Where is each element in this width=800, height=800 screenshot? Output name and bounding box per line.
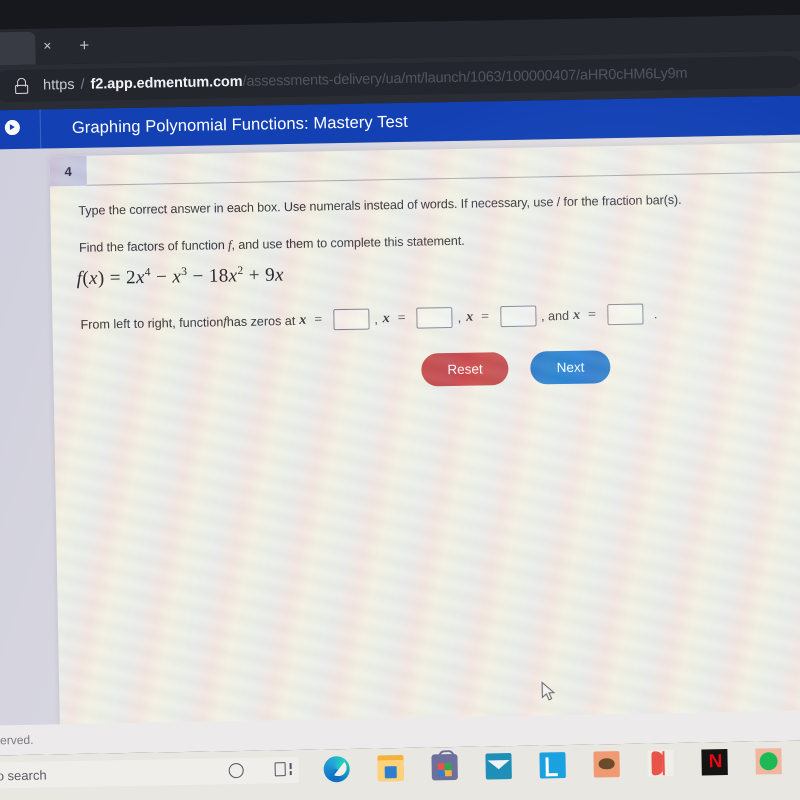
mouse-cursor [541,681,556,702]
header-divider [39,109,42,149]
next-button[interactable]: Next [530,350,611,385]
formula-op2: − [192,265,204,288]
page-title: Graphing Polynomial Functions: Mastery T… [71,112,408,137]
tilted-screen-content: ...nction: × + https / f2.app.edmentum.c… [0,0,800,800]
new-tab-icon[interactable]: + [75,36,93,55]
answer-comma-2: , [457,310,462,325]
answer-var-4: x [572,307,581,323]
question-number-badge: 4 [49,155,87,187]
lock-icon [14,77,29,94]
header-next-button[interactable]: ext [0,119,21,136]
formula-term1-exp: 4 [144,266,152,279]
prompt-text-before: Find the factors of function [78,238,229,255]
formula-term3-var: x [228,265,238,287]
office-icon[interactable] [647,750,674,777]
formula-paren-close: ) [97,267,105,289]
browser-tab[interactable]: ...nction: [0,31,36,67]
zero-input-1[interactable] [333,308,370,331]
mail-icon[interactable] [485,753,512,780]
answer-and-text: , and [540,308,570,323]
answer-equals-4: = [587,306,597,323]
prompt-text-after: , and use them to complete this statemen… [231,233,465,253]
answer-equals-1: = [314,311,323,328]
formula-op3: + [248,264,261,287]
url-separator: / [80,76,85,93]
screen-photo: ...nction: × + https / f2.app.edmentum.c… [0,0,800,800]
edge-icon[interactable] [323,755,350,783]
answer-period: . [653,306,658,321]
page-background: 4 Type the correct answer in each box. U… [0,134,800,750]
url-scheme: https [42,76,75,94]
question-divider [86,171,800,186]
close-icon[interactable]: × [39,37,55,54]
zero-input-3[interactable] [499,305,537,328]
netflix-icon[interactable] [701,749,728,776]
function-formula: f(x) = 2x4 − x3 − 18x2 + 9x [76,264,284,290]
url-path: /assessments-delivery/ua/mt/launch/1063/… [242,65,688,90]
answer-equals-2: = [397,310,406,326]
microsoft-store-icon[interactable] [431,754,458,781]
answer-var-1: x [299,312,307,328]
question-instruction: Type the correct answer in each box. Use… [78,192,682,218]
zero-input-2[interactable] [416,307,453,329]
arrow-right-icon [4,119,21,136]
question-prompt: Find the factors of function f, and use … [79,228,789,256]
taskbar-icon-group [323,747,800,783]
answer-var-2: x [382,310,390,326]
blue-app-icon[interactable] [539,752,566,779]
answer-equals-3: = [480,308,490,324]
answer-comma-1: , [374,311,378,326]
formula-term2-exp: 3 [181,265,188,278]
formula-equals: = [109,267,122,289]
taskbar-search-text: o search [0,767,47,783]
answer-statement: From left to right, function f has zeros… [80,303,658,335]
formula-term3-exp: 2 [237,264,244,277]
browser-tab-title: ...nction: [0,40,29,54]
answer-lead-rest: has zeros at [226,313,296,329]
answer-var-3: x [465,309,474,325]
copyright-text: ...hts reserved. [0,732,34,748]
formula-term2-var: x [172,266,182,288]
file-explorer-icon[interactable] [377,754,404,782]
address-bar[interactable]: https / f2.app.edmentum.com /assessments… [0,55,800,103]
formula-term4-var: x [274,264,285,286]
answer-lead-text: From left to right, function [80,314,224,332]
formula-term3-coef: 18 [208,265,229,287]
taskbar-search-input[interactable]: o search [0,756,299,790]
zero-input-4[interactable] [606,303,644,326]
question-panel: 4 Type the correct answer in each box. U… [49,142,800,735]
task-view-icon[interactable] [274,762,292,777]
spotify-icon[interactable] [755,748,782,775]
action-buttons: Reset Next [421,350,611,387]
formula-op1: − [155,266,168,288]
reset-button[interactable]: Reset [421,352,509,387]
orange-app-icon[interactable] [593,751,620,778]
url-host: f2.app.edmentum.com [90,73,243,93]
